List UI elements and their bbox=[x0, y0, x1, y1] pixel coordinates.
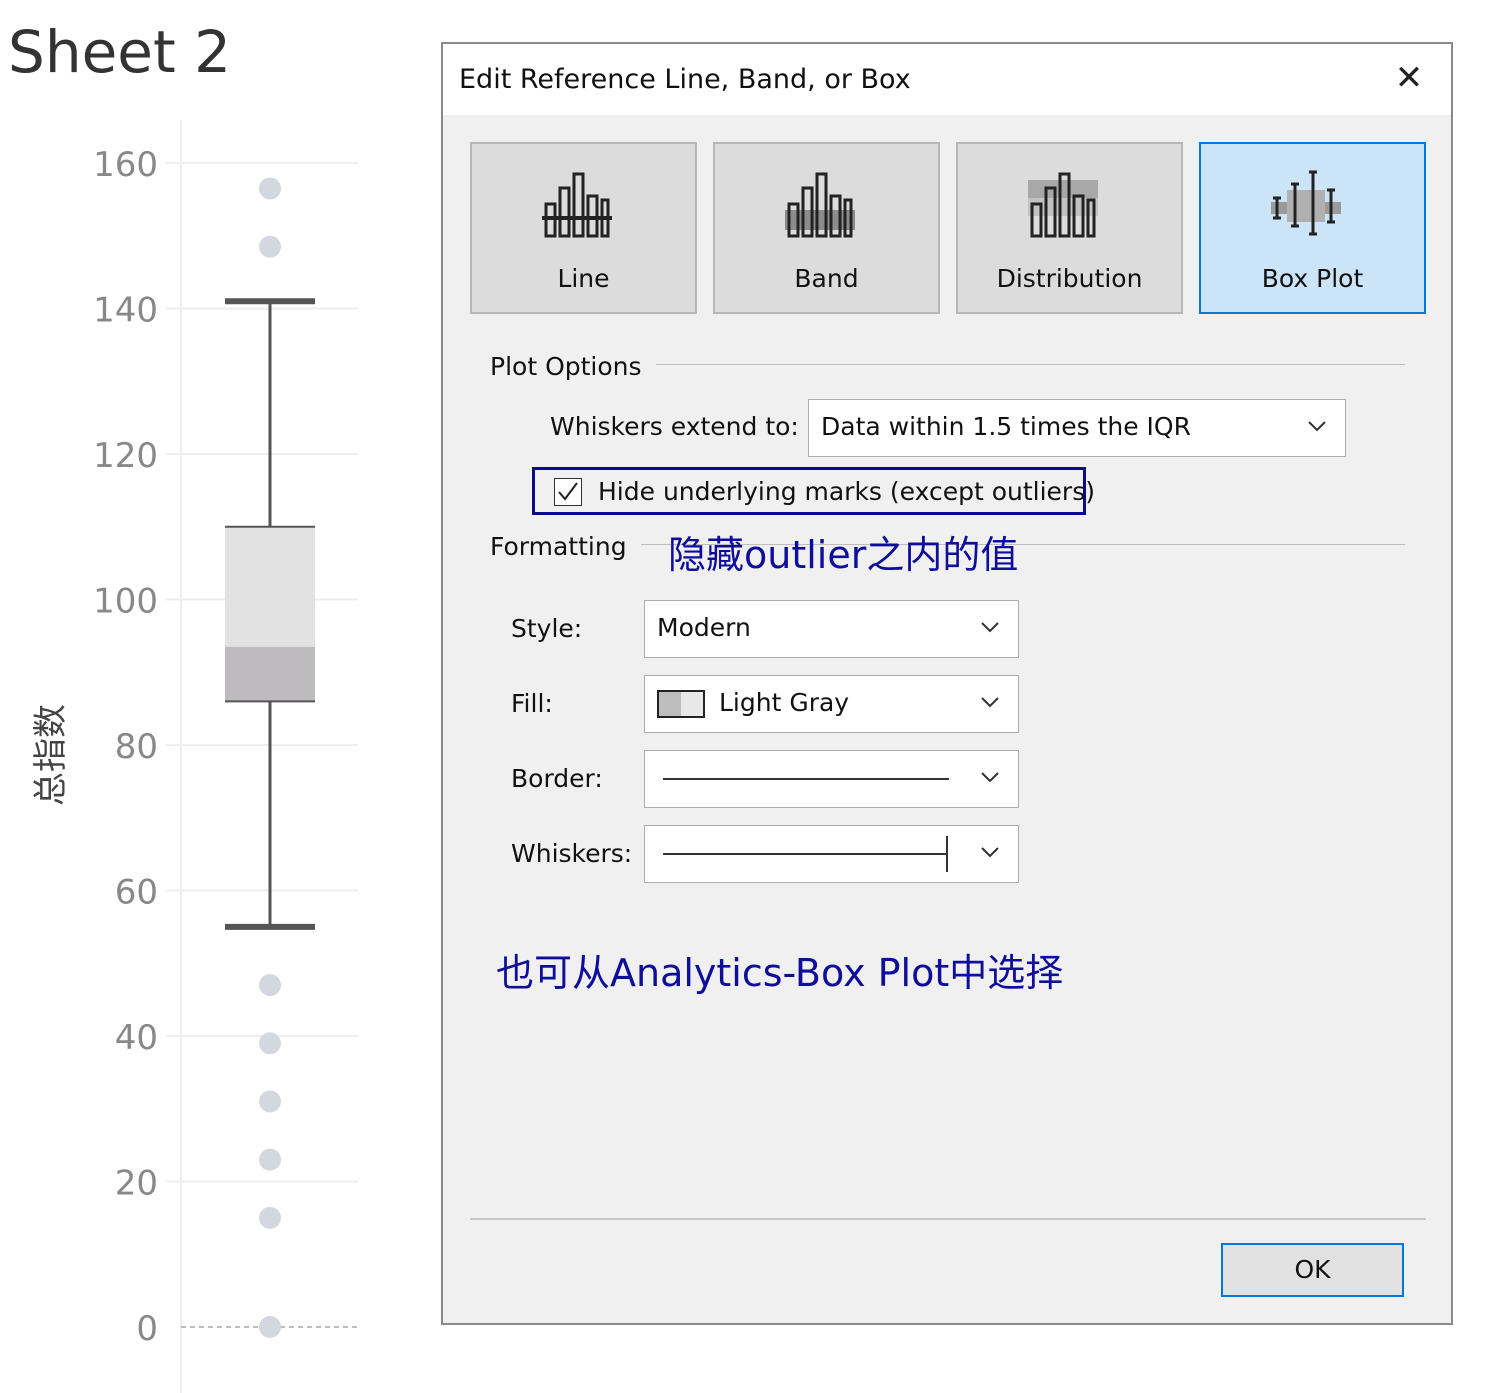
box-upper-half bbox=[225, 526, 315, 647]
type-button-line[interactable]: Line bbox=[470, 142, 697, 314]
y-tick-label: 60 bbox=[115, 873, 158, 913]
fill-swatch-icon bbox=[657, 690, 705, 718]
y-tick-label: 160 bbox=[93, 145, 158, 185]
y-tick-label: 80 bbox=[115, 727, 158, 767]
type-label-box-plot: Box Plot bbox=[1261, 264, 1364, 293]
whiskers-extend-dropdown[interactable]: Data within 1.5 times the IQR bbox=[808, 399, 1346, 457]
outlier-point bbox=[259, 1148, 281, 1171]
whisker-line-preview bbox=[663, 836, 948, 872]
analytics-annotation: 也可从Analytics-Box Plot中选择 bbox=[496, 951, 1064, 995]
box-plot-icon bbox=[1271, 170, 1341, 236]
border-label: Border: bbox=[511, 764, 603, 793]
hide-marks-label: Hide underlying marks (except outliers) bbox=[598, 477, 1095, 506]
ok-button[interactable]: OK bbox=[1221, 1243, 1404, 1297]
outlier-point bbox=[259, 177, 281, 200]
fill-label: Fill: bbox=[511, 689, 553, 718]
type-button-band[interactable]: Band bbox=[713, 142, 940, 314]
distribution-icon bbox=[1028, 172, 1098, 238]
y-tick-label: 120 bbox=[93, 436, 158, 476]
plot-options-divider bbox=[650, 364, 1405, 365]
fill-value: Light Gray bbox=[719, 688, 850, 717]
edit-reference-dialog: Edit Reference Line, Band, or Box ✕ Line… bbox=[441, 42, 1453, 1325]
chevron-down-icon bbox=[981, 847, 999, 858]
dialog-title: Edit Reference Line, Band, or Box bbox=[459, 64, 911, 95]
border-dropdown[interactable] bbox=[644, 750, 1019, 808]
type-button-distribution[interactable]: Distribution bbox=[956, 142, 1183, 314]
y-tick-label: 0 bbox=[136, 1309, 158, 1349]
hide-outliers-annotation: 隐藏outlier之内的值 bbox=[668, 533, 1019, 577]
y-tick-label: 20 bbox=[115, 1164, 158, 1204]
box-lower-half bbox=[225, 646, 315, 702]
whiskers-dropdown[interactable] bbox=[644, 825, 1019, 883]
outlier-point bbox=[259, 235, 281, 258]
style-label: Style: bbox=[511, 614, 583, 643]
checkmark-icon bbox=[558, 482, 578, 501]
y-tick-label: 140 bbox=[93, 291, 158, 331]
line-icon bbox=[542, 172, 612, 238]
whiskers-extend-value: Data within 1.5 times the IQR bbox=[821, 412, 1191, 441]
band-icon bbox=[785, 172, 855, 238]
hide-marks-checkbox[interactable] bbox=[554, 478, 582, 506]
fill-dropdown[interactable]: Light Gray bbox=[644, 675, 1019, 733]
close-button[interactable]: ✕ bbox=[1389, 58, 1429, 98]
style-dropdown[interactable]: Modern bbox=[644, 600, 1019, 658]
outlier-point bbox=[259, 1032, 281, 1055]
chevron-down-icon bbox=[1308, 421, 1326, 432]
style-value: Modern bbox=[657, 613, 751, 642]
type-label-band: Band bbox=[794, 264, 859, 293]
box-plot-chart: 0 20 40 60 80 100 120 140 160 总指数 bbox=[31, 120, 358, 1393]
outlier-point bbox=[259, 1206, 281, 1229]
dialog-header: Edit Reference Line, Band, or Box ✕ bbox=[443, 44, 1451, 115]
chevron-down-icon bbox=[981, 622, 999, 633]
border-line-preview bbox=[663, 778, 949, 780]
y-tick-label: 100 bbox=[93, 582, 158, 622]
type-button-box-plot[interactable]: Box Plot bbox=[1199, 142, 1426, 314]
hide-marks-highlight: Hide underlying marks (except outliers) bbox=[532, 467, 1095, 515]
footer-divider bbox=[470, 1218, 1426, 1220]
outlier-point bbox=[259, 974, 281, 997]
whiskers-label: Whiskers: bbox=[511, 839, 633, 868]
outlier-point bbox=[259, 1090, 281, 1113]
chevron-down-icon bbox=[981, 772, 999, 783]
chevron-down-icon bbox=[981, 697, 999, 708]
type-label-line: Line bbox=[557, 264, 610, 293]
plot-options-heading: Plot Options bbox=[490, 352, 656, 381]
y-axis-title: 总指数 bbox=[31, 704, 71, 806]
outlier-point bbox=[259, 1316, 281, 1338]
formatting-heading: Formatting bbox=[490, 532, 641, 561]
type-label-distribution: Distribution bbox=[996, 264, 1143, 293]
whiskers-extend-label: Whiskers extend to: bbox=[550, 412, 799, 441]
y-tick-label: 40 bbox=[115, 1018, 158, 1058]
